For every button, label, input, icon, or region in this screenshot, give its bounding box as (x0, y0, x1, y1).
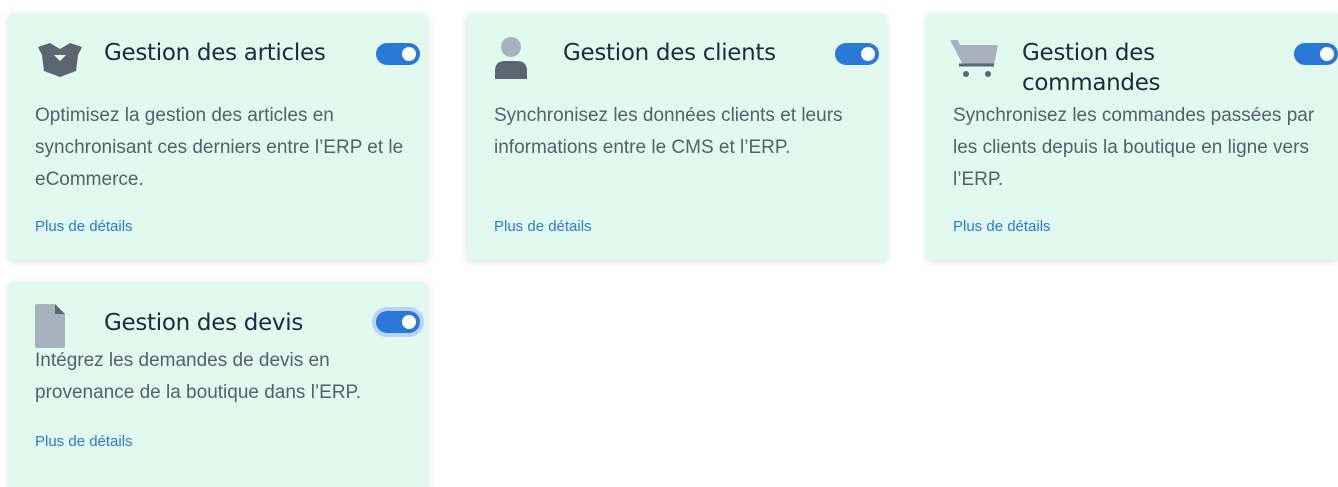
cart-icon (950, 37, 1000, 79)
card-articles: Gestion des articles Optimisez la gestio… (8, 13, 428, 260)
clients-toggle[interactable] (835, 43, 879, 65)
details-link[interactable]: Plus de détails (35, 432, 133, 452)
card-title: Gestion des articles (104, 40, 326, 66)
document-icon (35, 304, 67, 348)
details-link[interactable]: Plus de détails (953, 217, 1051, 237)
card-commandes: Gestion des commandes Synchronisez les c… (926, 13, 1338, 260)
devis-toggle[interactable] (376, 311, 420, 333)
commandes-toggle[interactable] (1294, 43, 1338, 65)
user-icon (495, 37, 527, 79)
toggle-knob (402, 315, 416, 329)
toggle-knob (402, 47, 416, 61)
toggle-knob (861, 47, 875, 61)
details-link[interactable]: Plus de détails (494, 217, 592, 237)
card-devis: Gestion des devis Intégrez les demandes … (8, 282, 428, 487)
card-description: Optimisez la gestion des articles en syn… (35, 105, 404, 190)
toggle-knob (1320, 47, 1334, 61)
details-link[interactable]: Plus de détails (35, 217, 133, 237)
box-icon (36, 41, 84, 77)
card-description: Synchronisez les commandes passées par l… (953, 105, 1315, 190)
articles-toggle[interactable] (376, 43, 420, 65)
card-title: Gestion des clients (563, 40, 776, 66)
card-title: Gestion des commandes (1022, 40, 1161, 96)
card-description: Synchronisez les données clients et leur… (494, 105, 843, 158)
card-title: Gestion des devis (104, 310, 304, 336)
card-description: Intégrez les demandes de devis en proven… (35, 350, 362, 403)
card-clients: Gestion des clients Synchronisez les don… (467, 13, 887, 260)
